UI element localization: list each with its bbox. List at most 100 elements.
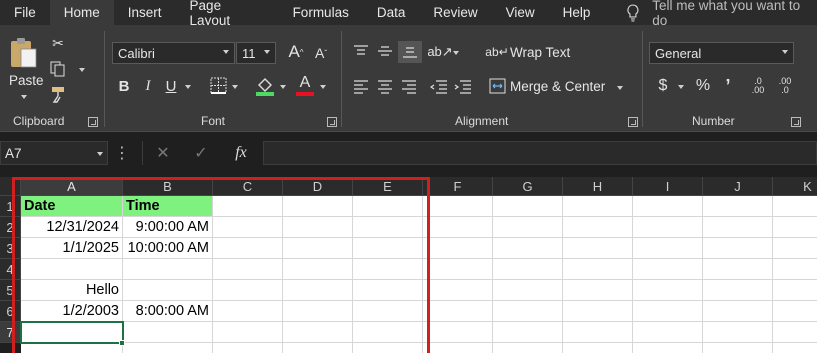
percent-button[interactable]: % bbox=[694, 76, 712, 96]
chevron-down-icon[interactable] bbox=[97, 152, 103, 156]
cell-i8[interactable] bbox=[633, 343, 703, 353]
wrap-text-button[interactable]: Wrap Text bbox=[510, 45, 570, 60]
copy-icon[interactable] bbox=[50, 61, 66, 77]
menu-file[interactable]: File bbox=[0, 0, 50, 25]
menu-insert[interactable]: Insert bbox=[114, 0, 176, 25]
cell-k1[interactable] bbox=[773, 196, 817, 217]
cell-f1[interactable] bbox=[423, 196, 493, 217]
formula-input[interactable] bbox=[263, 141, 817, 165]
font-size-combo[interactable]: 11 bbox=[236, 42, 276, 64]
cell-h6[interactable] bbox=[563, 301, 633, 322]
cell-k5[interactable] bbox=[773, 280, 817, 301]
cell-f2[interactable] bbox=[423, 217, 493, 238]
cell-f3[interactable] bbox=[423, 238, 493, 259]
menu-help[interactable]: Help bbox=[549, 0, 605, 25]
number-format-combo[interactable]: General bbox=[649, 42, 794, 64]
merge-center-button[interactable]: Merge & Center bbox=[510, 79, 605, 94]
cell-g2[interactable] bbox=[493, 217, 563, 238]
cell-k7[interactable] bbox=[773, 322, 817, 343]
italic-button[interactable]: I bbox=[140, 76, 156, 96]
copy-dropdown-caret[interactable] bbox=[79, 68, 85, 72]
grow-font-icon[interactable]: A ^ bbox=[287, 41, 305, 63]
column-header-h[interactable]: H bbox=[563, 177, 633, 196]
cell-g4[interactable] bbox=[493, 259, 563, 280]
currency-dropdown-caret[interactable] bbox=[678, 85, 684, 89]
column-header-f[interactable]: F bbox=[423, 177, 493, 196]
cell-j5[interactable] bbox=[703, 280, 773, 301]
menu-review[interactable]: Review bbox=[419, 0, 491, 25]
cell-i3[interactable] bbox=[633, 238, 703, 259]
increase-indent-icon[interactable] bbox=[454, 80, 472, 94]
format-painter-icon[interactable] bbox=[50, 85, 68, 103]
cell-g7[interactable] bbox=[493, 322, 563, 343]
merge-center-icon[interactable] bbox=[489, 78, 506, 94]
insert-function-button[interactable]: fx bbox=[231, 143, 251, 163]
cell-j8[interactable] bbox=[703, 343, 773, 353]
menu-formulas[interactable]: Formulas bbox=[279, 0, 363, 25]
paste-icon[interactable] bbox=[8, 37, 38, 69]
font-color-dropdown-caret[interactable] bbox=[320, 85, 326, 89]
tell-me-box[interactable]: Tell me what you want to do bbox=[626, 0, 817, 28]
cancel-icon[interactable]: ✕ bbox=[155, 144, 171, 162]
more-options-icon[interactable]: ⋮ bbox=[114, 144, 130, 162]
align-right-icon[interactable] bbox=[401, 80, 417, 94]
cell-g3[interactable] bbox=[493, 238, 563, 259]
wrap-text-icon[interactable]: ab↵ bbox=[485, 42, 508, 62]
cell-j6[interactable] bbox=[703, 301, 773, 322]
cell-i2[interactable] bbox=[633, 217, 703, 238]
cell-i6[interactable] bbox=[633, 301, 703, 322]
cell-j2[interactable] bbox=[703, 217, 773, 238]
cell-h8[interactable] bbox=[563, 343, 633, 353]
fill-color-icon[interactable] bbox=[255, 75, 275, 97]
cell-f5[interactable] bbox=[423, 280, 493, 301]
font-color-icon[interactable]: A bbox=[296, 74, 314, 92]
cell-f6[interactable] bbox=[423, 301, 493, 322]
merge-center-dropdown-caret[interactable] bbox=[617, 86, 623, 90]
cell-k4[interactable] bbox=[773, 259, 817, 280]
cell-i4[interactable] bbox=[633, 259, 703, 280]
cell-k6[interactable] bbox=[773, 301, 817, 322]
cell-h5[interactable] bbox=[563, 280, 633, 301]
column-header-g[interactable]: G bbox=[493, 177, 563, 196]
underline-button[interactable]: U bbox=[163, 76, 179, 96]
name-box[interactable]: A7 bbox=[0, 141, 108, 165]
align-left-icon[interactable] bbox=[353, 80, 369, 94]
menu-data[interactable]: Data bbox=[363, 0, 420, 25]
cell-j7[interactable] bbox=[703, 322, 773, 343]
cell-g6[interactable] bbox=[493, 301, 563, 322]
cell-j3[interactable] bbox=[703, 238, 773, 259]
cell-h7[interactable] bbox=[563, 322, 633, 343]
shrink-font-icon[interactable]: Aˇ bbox=[312, 43, 330, 63]
menu-view[interactable]: View bbox=[492, 0, 549, 25]
column-header-k[interactable]: K bbox=[773, 177, 817, 196]
currency-button[interactable]: $ bbox=[656, 76, 670, 96]
cell-k2[interactable] bbox=[773, 217, 817, 238]
decrease-indent-icon[interactable] bbox=[430, 80, 448, 94]
borders-dropdown-caret[interactable] bbox=[232, 85, 238, 89]
cell-g5[interactable] bbox=[493, 280, 563, 301]
cell-h1[interactable] bbox=[563, 196, 633, 217]
cell-k8[interactable] bbox=[773, 343, 817, 353]
comma-style-button[interactable]: ’ bbox=[722, 76, 734, 96]
orientation-icon[interactable]: ab↗ bbox=[427, 42, 452, 62]
middle-align-icon[interactable] bbox=[377, 45, 393, 57]
cell-k3[interactable] bbox=[773, 238, 817, 259]
fill-color-dropdown-caret[interactable] bbox=[280, 85, 286, 89]
top-align-icon[interactable] bbox=[353, 45, 369, 57]
cell-g8[interactable] bbox=[493, 343, 563, 353]
cell-j4[interactable] bbox=[703, 259, 773, 280]
cell-j1[interactable] bbox=[703, 196, 773, 217]
cell-i1[interactable] bbox=[633, 196, 703, 217]
alignment-launcher-icon[interactable] bbox=[628, 117, 638, 127]
bottom-align-button[interactable] bbox=[398, 41, 422, 63]
cell-f4[interactable] bbox=[423, 259, 493, 280]
cell-i5[interactable] bbox=[633, 280, 703, 301]
cell-h4[interactable] bbox=[563, 259, 633, 280]
number-launcher-icon[interactable] bbox=[791, 117, 801, 127]
cut-icon[interactable]: ✂ bbox=[50, 35, 66, 51]
font-launcher-icon[interactable] bbox=[327, 117, 337, 127]
menu-page-layout[interactable]: Page Layout bbox=[176, 0, 279, 28]
paste-label[interactable]: Paste bbox=[9, 73, 44, 88]
font-name-combo[interactable]: Calibri bbox=[112, 42, 235, 64]
cell-h3[interactable] bbox=[563, 238, 633, 259]
